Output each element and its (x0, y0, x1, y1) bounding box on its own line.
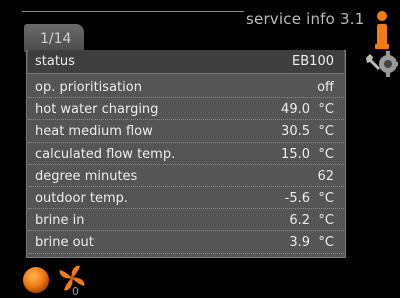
list-item[interactable]: hot water charging 49.0 °C (28, 98, 344, 121)
list-item[interactable]: calculated flow temp. 15.0 °C (28, 143, 344, 165)
row-value: 49.0 (281, 102, 310, 118)
row-value: 6.2 (289, 213, 310, 229)
list-item[interactable]: degree minutes 62 (28, 165, 344, 187)
status-header-row: status EB100 (28, 50, 344, 74)
list-item[interactable]: brine out 3.9 °C (28, 231, 344, 254)
row-unit: °C (318, 213, 334, 229)
row-label: outdoor temp. (35, 190, 129, 206)
info-icon[interactable] (372, 10, 392, 50)
row-label: op. prioritisation (35, 80, 142, 95)
row-unit: °C (318, 146, 334, 162)
row-value: 62 (317, 168, 334, 184)
status-label: status (35, 54, 75, 69)
row-label: hot water charging (35, 102, 159, 118)
title-divider-line (22, 11, 244, 12)
wrench-tools-icon[interactable] (364, 50, 398, 78)
status-value: EB100 (292, 54, 334, 69)
row-label: degree minutes (35, 168, 138, 184)
page-indicator-tab: 1/14 (24, 24, 84, 52)
row-value: -5.6 (284, 190, 310, 206)
list-item[interactable]: brine in 6.2 °C (28, 209, 344, 232)
row-value: 15.0 (281, 146, 310, 162)
list-item[interactable]: op. prioritisation off (28, 76, 344, 99)
list-item[interactable]: outdoor temp. -5.6 °C (28, 187, 344, 210)
status-orb-icon (23, 267, 49, 293)
info-rows: op. prioritisation off hot water chargin… (28, 76, 344, 254)
row-label: brine in (35, 213, 85, 229)
row-label: brine out (35, 235, 94, 251)
row-unit: °C (318, 190, 334, 206)
list-item[interactable]: heat medium flow 30.5 °C (28, 120, 344, 143)
row-value: 3.9 (289, 235, 310, 251)
row-unit: °C (318, 235, 334, 251)
row-label: heat medium flow (35, 124, 153, 140)
screen-title: service info 3.1 (246, 10, 365, 28)
row-unit: °C (318, 102, 334, 118)
row-unit: °C (318, 124, 334, 140)
row-value: off (317, 80, 334, 95)
row-label: calculated flow temp. (35, 146, 176, 162)
status-bar-icons (23, 265, 85, 293)
row-value: 30.5 (281, 124, 310, 140)
fan-counter: 0 (72, 285, 79, 298)
